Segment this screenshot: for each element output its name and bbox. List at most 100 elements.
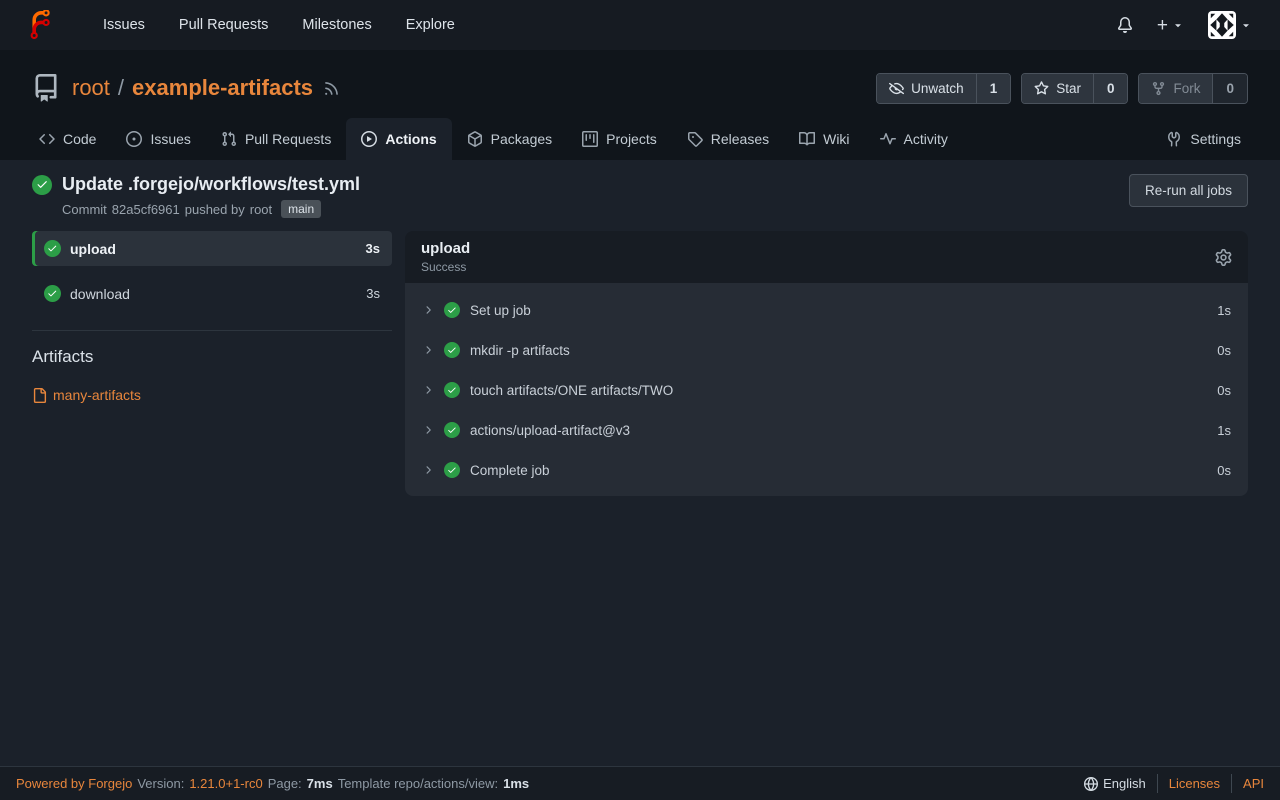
page-label: Page: xyxy=(268,776,302,791)
plus-icon: + xyxy=(1157,16,1168,35)
fork-count[interactable]: 0 xyxy=(1212,74,1247,103)
job-list-sidebar: upload 3s download 3s Artifacts many-art… xyxy=(32,231,392,403)
tab-wiki[interactable]: Wiki xyxy=(784,118,864,160)
artifact-link-many-artifacts[interactable]: many-artifacts xyxy=(32,387,141,403)
api-link[interactable]: API xyxy=(1231,774,1264,793)
code-icon xyxy=(39,131,55,147)
tab-label: Wiki xyxy=(823,131,849,147)
footer: Powered by Forgejo Version: 1.21.0+1-rc0… xyxy=(0,766,1280,800)
step-row[interactable]: actions/upload-artifact@v3 1s xyxy=(405,410,1248,450)
top-navbar: Issues Pull Requests Milestones Explore … xyxy=(0,0,1280,50)
step-row[interactable]: touch artifacts/ONE artifacts/TWO 0s xyxy=(405,370,1248,410)
unwatch-label: Unwatch xyxy=(911,81,964,96)
template-time: 1ms xyxy=(503,776,529,791)
nav-milestones[interactable]: Milestones xyxy=(285,0,388,50)
avatar xyxy=(1208,11,1236,39)
licenses-link[interactable]: Licenses xyxy=(1157,774,1231,793)
repo-header: root / example-artifacts Unwatch 1 Star … xyxy=(0,50,1280,160)
step-row[interactable]: Set up job 1s xyxy=(405,290,1248,330)
nav-issues[interactable]: Issues xyxy=(86,0,162,50)
tab-label: Packages xyxy=(491,131,552,147)
repo-icon xyxy=(32,74,60,102)
job-item-upload[interactable]: upload 3s xyxy=(32,231,392,266)
tab-activity[interactable]: Activity xyxy=(865,118,963,160)
step-row[interactable]: mkdir -p artifacts 0s xyxy=(405,330,1248,370)
star-button[interactable]: Star 0 xyxy=(1021,73,1128,104)
issue-opened-icon xyxy=(126,131,142,147)
job-success-icon xyxy=(44,285,61,302)
play-circle-icon xyxy=(361,131,377,147)
tab-pull-requests[interactable]: Pull Requests xyxy=(206,118,346,160)
star-label: Star xyxy=(1056,81,1081,96)
artifact-name: many-artifacts xyxy=(53,387,141,403)
powered-by-forgejo-link[interactable]: Powered by Forgejo xyxy=(16,776,132,791)
tools-icon xyxy=(1166,131,1182,147)
tab-projects[interactable]: Projects xyxy=(567,118,672,160)
git-pull-request-icon xyxy=(221,131,237,147)
step-duration: 0s xyxy=(1217,343,1231,358)
divider xyxy=(32,330,392,331)
step-success-icon xyxy=(444,302,460,318)
chevron-right-icon xyxy=(422,304,434,316)
step-duration: 0s xyxy=(1217,383,1231,398)
commit-label: Commit xyxy=(62,202,107,217)
job-duration: 3s xyxy=(366,286,380,301)
tab-releases[interactable]: Releases xyxy=(672,118,784,160)
pushed-by-label: pushed by xyxy=(185,202,245,217)
nav-explore[interactable]: Explore xyxy=(389,0,472,50)
gear-icon[interactable] xyxy=(1215,249,1232,266)
forgejo-logo-icon[interactable] xyxy=(26,10,56,40)
version-label: Version: xyxy=(137,776,184,791)
package-icon xyxy=(467,131,483,147)
repo-breadcrumb: root / example-artifacts xyxy=(72,75,313,101)
nav-pull-requests[interactable]: Pull Requests xyxy=(162,0,285,50)
step-duration: 1s xyxy=(1217,303,1231,318)
star-icon xyxy=(1034,81,1049,96)
branch-badge[interactable]: main xyxy=(281,200,321,218)
tab-label: Code xyxy=(63,131,96,147)
step-success-icon xyxy=(444,422,460,438)
project-icon xyxy=(582,131,598,147)
chevron-right-icon xyxy=(422,424,434,436)
rerun-all-jobs-button[interactable]: Re-run all jobs xyxy=(1129,174,1248,207)
book-icon xyxy=(799,131,815,147)
fork-label: Fork xyxy=(1173,81,1200,96)
run-title: Update .forgejo/workflows/test.yml xyxy=(62,174,360,195)
step-name: actions/upload-artifact@v3 xyxy=(470,423,630,438)
language-selector[interactable]: English xyxy=(1084,776,1157,791)
job-item-download[interactable]: download 3s xyxy=(32,276,392,311)
tab-label: Activity xyxy=(904,131,948,147)
job-detail-panel: upload Success Set up job 1s mkdir -p ar… xyxy=(405,231,1248,496)
tab-packages[interactable]: Packages xyxy=(452,118,567,160)
actions-run-view: Update .forgejo/workflows/test.yml Commi… xyxy=(0,160,1280,766)
repo-owner-link[interactable]: root xyxy=(72,75,110,101)
watch-count[interactable]: 1 xyxy=(976,74,1011,103)
job-success-icon xyxy=(44,240,61,257)
breadcrumb-separator: / xyxy=(118,75,124,101)
tab-settings[interactable]: Settings xyxy=(1151,118,1256,160)
user-menu-dropdown[interactable] xyxy=(1200,5,1260,45)
step-row[interactable]: Complete job 0s xyxy=(405,450,1248,490)
tab-code[interactable]: Code xyxy=(24,118,111,160)
commit-sha-link[interactable]: 82a5cf6961 xyxy=(112,202,180,217)
navbar-right: + xyxy=(1109,5,1260,45)
repo-name-link[interactable]: example-artifacts xyxy=(132,75,313,101)
artifacts-heading: Artifacts xyxy=(32,347,392,367)
fork-icon xyxy=(1151,81,1166,96)
unwatch-button[interactable]: Unwatch 1 xyxy=(876,73,1011,104)
author-link[interactable]: root xyxy=(250,202,272,217)
notifications-bell-icon[interactable] xyxy=(1109,11,1141,39)
job-name: download xyxy=(70,286,130,302)
job-name: upload xyxy=(70,241,116,257)
fork-button[interactable]: Fork 0 xyxy=(1138,73,1248,104)
tab-issues[interactable]: Issues xyxy=(111,118,205,160)
tab-label: Pull Requests xyxy=(245,131,331,147)
rss-icon[interactable] xyxy=(323,80,340,97)
job-steps-list: Set up job 1s mkdir -p artifacts 0s touc… xyxy=(405,283,1248,496)
template-label: Template repo/actions/view: xyxy=(338,776,498,791)
star-count[interactable]: 0 xyxy=(1093,74,1128,103)
tag-icon xyxy=(687,131,703,147)
create-new-dropdown[interactable]: + xyxy=(1149,10,1192,41)
version-link[interactable]: 1.21.0+1-rc0 xyxy=(189,776,262,791)
tab-actions[interactable]: Actions xyxy=(346,118,451,160)
